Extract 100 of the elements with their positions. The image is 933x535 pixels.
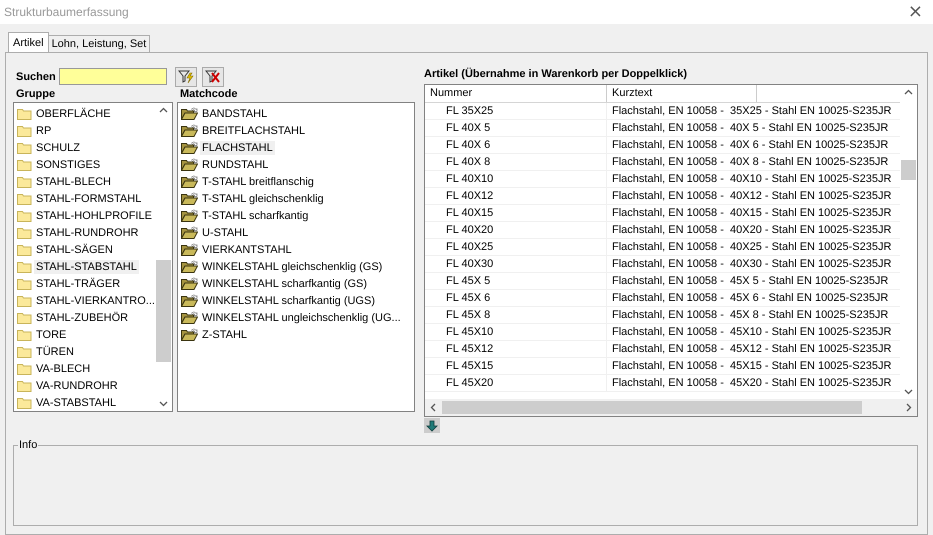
folder-icon (17, 158, 32, 170)
group-item[interactable]: VA-STABSTAHL (34, 396, 118, 410)
open-folder-icon (181, 311, 198, 324)
table-cell: FL 45X 8 (425, 307, 607, 323)
folder-icon (17, 210, 32, 222)
folder-icon (17, 312, 32, 324)
table-cell: FL 45X10 (425, 324, 607, 340)
group-item[interactable]: STAHL-ZUBEHÖR (34, 310, 130, 324)
folder-icon (17, 294, 32, 306)
open-folder-icon (181, 209, 198, 222)
matchcode-item[interactable]: U-STAHL (200, 226, 250, 240)
filter-clear-button[interactable] (202, 66, 224, 86)
group-item[interactable]: SONSTIGES (34, 158, 102, 172)
group-item[interactable]: OBERFLÄCHE (34, 106, 113, 120)
table-cell-text: Flachstahl, EN 10058 - 45X 8 - Stahl EN 10025-S235JR (611, 308, 890, 323)
open-folder-icon (181, 243, 198, 256)
open-folder-icon (181, 226, 198, 239)
matchcode-item[interactable]: T-STAHL scharfkantig (200, 208, 310, 222)
matchcode-item[interactable]: RUNDSTAHL (200, 158, 270, 172)
table-cell: FL 40X10 (425, 171, 607, 187)
table-cell: FL 40X 5 (425, 120, 607, 136)
table-cell: FL 45X20 (425, 375, 607, 391)
group-item[interactable]: TÜREN (34, 344, 76, 358)
group-item[interactable]: RP (34, 124, 54, 138)
table-cell-text: Flachstahl, EN 10058 - 45X 5 - Stahl EN 10025-S235JR (611, 274, 890, 289)
column-header[interactable]: Kurztext (607, 85, 756, 102)
table-cell: FL 45X12 (425, 341, 607, 357)
open-folder-icon (181, 192, 198, 205)
group-item[interactable]: VA-RUNDROHR (34, 378, 120, 392)
table-cell: FL 35X25 (425, 103, 607, 119)
info-label: Info (18, 439, 38, 451)
open-folder-icon (181, 260, 198, 273)
scroll-thumb[interactable] (156, 260, 171, 362)
folder-icon (17, 362, 32, 374)
folder-icon (17, 278, 32, 290)
open-folder-icon (181, 294, 198, 307)
matchcode-item[interactable]: FLACHSTAHL (200, 140, 275, 154)
folder-icon (17, 192, 32, 204)
folder-icon (17, 396, 32, 408)
table-cell-text: Flachstahl, EN 10058 - 40X20 - Stahl EN 10025-S235JR (611, 223, 892, 238)
group-item[interactable]: TORE (34, 328, 68, 342)
open-folder-icon (181, 328, 198, 341)
table-cell-text: Flachstahl, EN 10058 - 40X12 - Stahl EN 10025-S235JR (611, 189, 892, 204)
matchcode-item[interactable]: BANDSTAHL (200, 106, 270, 120)
matchcode-item[interactable]: T-STAHL breitflanschig (200, 174, 316, 188)
folder-icon (17, 260, 32, 272)
scrollbar[interactable] (900, 85, 917, 399)
filter-apply-button[interactable] (174, 66, 197, 86)
matchcode-item[interactable]: WINKELSTAHL scharfkantig (UGS) (200, 294, 377, 308)
folder-icon (17, 328, 32, 340)
group-item[interactable]: VA-BLECH (34, 362, 92, 376)
table-cell-text: Flachstahl, EN 10058 - 45X10 - Stahl EN 10025-S235JR (611, 325, 892, 340)
group-item[interactable]: STAHL-SÄGEN (34, 242, 115, 256)
folder-icon (17, 108, 32, 120)
table-cell: FL 40X 8 (425, 154, 607, 170)
table-cell-text: Flachstahl, EN 10058 - 40X 6 - Stahl EN 10025-S235JR (611, 138, 890, 153)
table-cell-text: Flachstahl, EN 10058 - 45X 6 - Stahl EN 10025-S235JR (611, 291, 890, 306)
folder-icon (17, 380, 32, 392)
matchcode-heading: Matchcode (179, 88, 238, 102)
group-item[interactable]: STAHL-BLECH (34, 174, 113, 188)
close-button[interactable]: × (898, 2, 933, 22)
table-cell-text: Flachstahl, EN 10058 - 40X15 - Stahl EN 10025-S235JR (611, 206, 892, 221)
open-folder-icon (181, 277, 198, 290)
tab[interactable]: Lohn, Leistung, Set (48, 35, 150, 52)
matchcode-item[interactable]: WINKELSTAHL scharfkantig (GS) (200, 276, 370, 290)
open-folder-icon (181, 124, 198, 137)
group-item[interactable]: STAHL-FORMSTAHL (34, 192, 144, 206)
group-item[interactable]: SCHULZ (34, 140, 82, 154)
matchcode-item[interactable]: T-STAHL gleichschenklig (200, 192, 326, 206)
folder-icon (17, 346, 32, 358)
group-item[interactable]: STAHL-RUNDROHR (34, 226, 140, 240)
search-label: Suchen (16, 70, 56, 82)
column-header[interactable]: Nummer (425, 85, 607, 102)
table-cell: FL 40X30 (425, 256, 607, 272)
table-cell-text: Flachstahl, EN 10058 - 40X10 - Stahl EN 10025-S235JR (611, 172, 892, 187)
group-item[interactable]: STAHL-TRÄGER (34, 276, 122, 290)
folder-icon (17, 244, 32, 256)
search-field[interactable] (58, 68, 167, 85)
group-item[interactable]: STAHL-STABSTAHL (34, 260, 139, 274)
table-cell: FL 45X15 (425, 358, 607, 374)
table-cell-text: Flachstahl, EN 10058 - 35X25 - Stahl EN 10025-S235JR (611, 104, 892, 119)
scroll-thumb[interactable] (901, 160, 916, 180)
matchcode-item[interactable]: WINKELSTAHL ungleichschenklig (UG... (200, 310, 403, 324)
table-cell: FL 40X 6 (425, 137, 607, 153)
table-cell-text: Flachstahl, EN 10058 - 45X20 - Stahl EN 10025-S235JR (611, 376, 892, 391)
folder-icon (17, 226, 32, 238)
group-item[interactable]: STAHL-HOHLPROFILE (34, 208, 154, 222)
scroll-thumb[interactable] (442, 401, 862, 414)
matchcode-item[interactable]: Z-STAHL (200, 328, 250, 342)
open-folder-icon (181, 141, 198, 154)
matchcode-item[interactable]: WINKELSTAHL gleichschenklig (GS) (200, 260, 384, 274)
group-heading: Gruppe (15, 88, 56, 102)
add-down-button[interactable] (424, 418, 440, 433)
matchcode-item[interactable]: BREITFLACHSTAHL (200, 124, 308, 138)
group-item[interactable]: STAHL-VIERKANTRO... (34, 294, 155, 308)
tab[interactable]: Artikel (8, 32, 49, 52)
matchcode-item[interactable]: VIERKANTSTAHL (200, 242, 294, 256)
window-title: Strukturbaumerfassung (4, 5, 129, 19)
folder-icon (17, 124, 32, 136)
table-cell: FL 45X 5 (425, 273, 607, 289)
